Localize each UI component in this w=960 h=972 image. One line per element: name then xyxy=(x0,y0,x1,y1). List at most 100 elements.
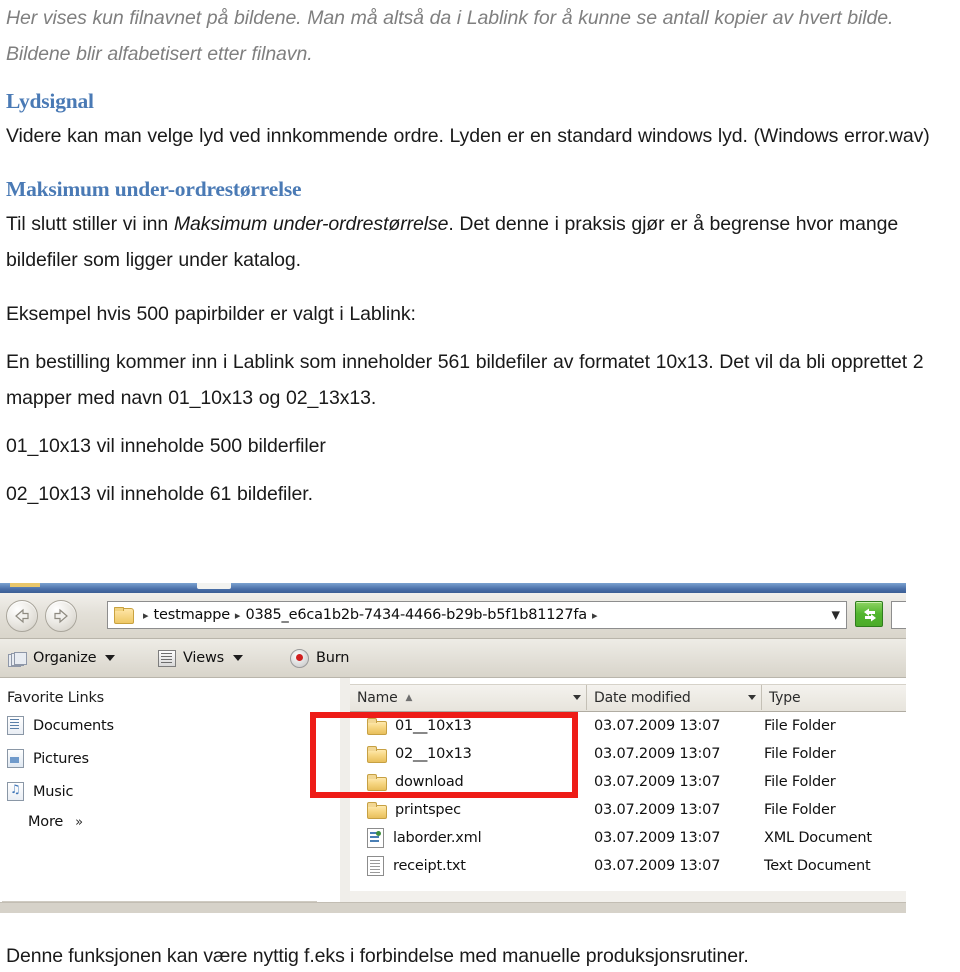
burn-button[interactable]: Burn xyxy=(290,646,349,670)
breadcrumb-item-testmappe[interactable]: testmappe xyxy=(154,607,231,623)
chevron-right-icon[interactable]: ▸ xyxy=(235,610,241,621)
folder-icon xyxy=(367,746,387,763)
file-name: receipt.txt xyxy=(393,858,466,874)
column-header-type[interactable]: Type xyxy=(762,685,906,710)
file-name-cell: laborder.xml xyxy=(350,828,587,848)
column-header-label: Date modified xyxy=(594,689,691,706)
body-italic-term: Maksimum under-ordrestørrelse xyxy=(173,213,449,235)
address-dropdown-icon[interactable]: ▼ xyxy=(832,609,840,622)
folder-icon xyxy=(367,774,387,791)
column-header-date-modified[interactable]: Date modified xyxy=(587,685,762,710)
refresh-icon[interactable] xyxy=(855,601,883,627)
example-line-2: 02_10x13 vil inneholde 61 bildefiler. xyxy=(6,483,313,505)
file-name: laborder.xml xyxy=(393,830,482,846)
sidebar-item-music[interactable]: Music xyxy=(7,781,73,802)
file-date: 03.07.2009 13:07 xyxy=(594,830,721,846)
table-row[interactable]: 01__10x13 03.07.2009 13:07 File Folder xyxy=(350,712,906,740)
explorer-toolbar: Organize Views Burn xyxy=(0,639,906,678)
table-row[interactable]: receipt.txt 03.07.2009 13:07 Text Docume… xyxy=(350,852,906,880)
sidebar-item-documents[interactable]: Documents xyxy=(7,715,114,736)
column-header-label: Type xyxy=(769,689,801,706)
file-name: printspec xyxy=(395,802,461,818)
sidebar-item-label: Music xyxy=(33,783,74,800)
text-file-icon xyxy=(367,856,384,876)
sidebar-item-more[interactable]: More » xyxy=(28,814,83,830)
file-type: File Folder xyxy=(764,718,836,734)
file-date: 03.07.2009 13:07 xyxy=(594,718,721,734)
pane-splitter[interactable] xyxy=(340,678,350,913)
example-line-1: 01_10x13 vil inneholde 500 bilderfiler xyxy=(6,435,326,457)
double-chevron-icon: » xyxy=(75,814,83,830)
body-lead: Til slutt stiller vi inn xyxy=(6,213,174,235)
table-row[interactable]: laborder.xml 03.07.2009 13:07 XML Docume… xyxy=(350,824,906,852)
burn-label: Burn xyxy=(316,650,350,666)
chevron-right-icon[interactable]: ▸ xyxy=(592,610,598,621)
table-row[interactable]: 02__10x13 03.07.2009 13:07 File Folder xyxy=(350,740,906,768)
file-name-cell: 02__10x13 xyxy=(350,746,587,763)
title-bar-left-tab xyxy=(10,583,40,587)
sort-ascending-icon: ▲ xyxy=(405,692,413,703)
intro-paragraph: Her vises kun filnavnet på bildene. Man … xyxy=(6,7,894,65)
section-body-maksimum: Til slutt stiller vi inn Maksimum under-… xyxy=(0,206,960,278)
example-body: En bestilling kommer inn i Lablink som i… xyxy=(6,351,924,409)
views-label: Views xyxy=(183,650,224,666)
folder-icon xyxy=(114,607,134,624)
file-name-cell: receipt.txt xyxy=(350,856,587,876)
table-row[interactable]: download 03.07.2009 13:07 File Folder xyxy=(350,768,906,796)
table-row[interactable]: printspec 03.07.2009 13:07 File Folder xyxy=(350,796,906,824)
organize-icon xyxy=(8,651,27,667)
folder-icon xyxy=(367,802,387,819)
file-date: 03.07.2009 13:07 xyxy=(594,746,721,762)
chevron-right-icon[interactable]: ▸ xyxy=(143,610,149,621)
sidebar-item-label: Pictures xyxy=(33,750,89,767)
column-header-label: Name xyxy=(357,689,398,706)
sidebar-item-pictures[interactable]: Pictures xyxy=(7,748,89,769)
column-header-name[interactable]: Name ▲ xyxy=(350,685,587,710)
folder-icon xyxy=(367,718,387,735)
views-button[interactable]: Views xyxy=(158,646,243,670)
xml-file-icon xyxy=(367,828,384,848)
search-input[interactable] xyxy=(891,601,906,629)
explorer-content-area: Favorite Links Documents Pictures Music … xyxy=(0,678,906,913)
file-name: 02__10x13 xyxy=(395,746,472,762)
chevron-down-icon[interactable] xyxy=(105,655,116,661)
chevron-down-icon[interactable] xyxy=(748,695,756,700)
file-type: Text Document xyxy=(764,858,871,874)
organize-button[interactable]: Organize xyxy=(8,646,116,670)
file-name-cell: 01__10x13 xyxy=(350,718,587,735)
section-heading-lydsignal: Lydsignal xyxy=(6,89,94,113)
music-icon xyxy=(7,781,24,801)
file-list-column-headers: Name ▲ Date modified Type xyxy=(350,684,906,712)
chevron-down-icon[interactable] xyxy=(573,695,581,700)
pictures-icon xyxy=(7,749,24,768)
organize-label: Organize xyxy=(33,650,97,666)
documents-icon xyxy=(7,716,24,735)
sidebar-item-label: More xyxy=(28,814,64,830)
file-type: File Folder xyxy=(764,802,836,818)
file-type: File Folder xyxy=(764,746,836,762)
favorite-links-pane: Favorite Links Documents Pictures Music … xyxy=(0,678,341,913)
file-date: 03.07.2009 13:07 xyxy=(594,802,721,818)
title-bar-mid-tab xyxy=(197,583,231,589)
address-bar[interactable]: ▸ testmappe ▸ 0385_e6ca1b2b-7434-4466-b2… xyxy=(107,601,847,629)
file-type: File Folder xyxy=(764,774,836,790)
chevron-down-icon[interactable] xyxy=(232,655,243,661)
file-list-pane: Name ▲ Date modified Type 01__10x13 03.0… xyxy=(350,678,906,913)
favorite-links-title: Favorite Links xyxy=(7,690,105,706)
burn-disc-icon xyxy=(290,648,309,668)
views-icon xyxy=(158,649,176,667)
footer-note: Denne funksjonen kan være nyttig f.eks i… xyxy=(6,945,749,967)
breadcrumb-item-orderfolder[interactable]: 0385_e6ca1b2b-7434-4466-b29b-b5f1b81127f… xyxy=(245,607,587,623)
back-arrow-icon[interactable] xyxy=(6,600,38,632)
document-body: Her vises kun filnavnet på bildene. Man … xyxy=(0,0,960,512)
explorer-navigation-bar: ▸ testmappe ▸ 0385_e6ca1b2b-7434-4466-b2… xyxy=(0,593,906,639)
file-name: download xyxy=(395,774,464,790)
windows-explorer-screenshot: ▸ testmappe ▸ 0385_e6ca1b2b-7434-4466-b2… xyxy=(0,583,906,913)
forward-arrow-icon[interactable] xyxy=(45,600,77,632)
file-date: 03.07.2009 13:07 xyxy=(594,774,721,790)
